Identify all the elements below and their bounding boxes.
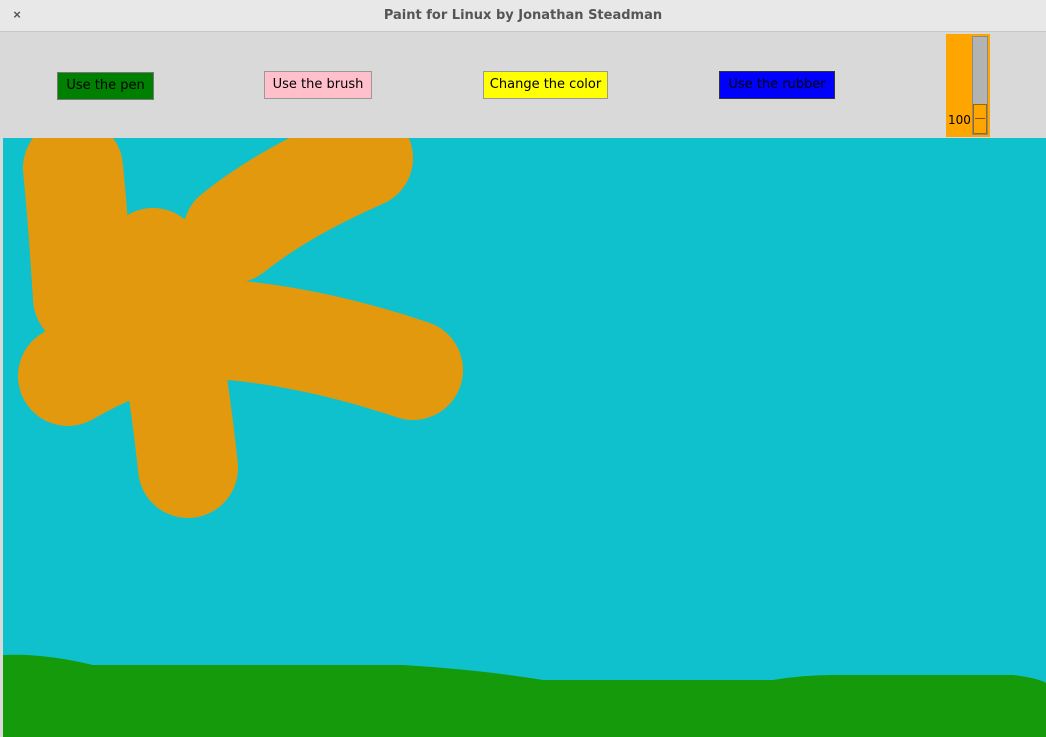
change-color-button[interactable]: Change the color <box>483 71 608 99</box>
toolbar: Use the pen Use the brush Change the col… <box>0 33 1046 138</box>
close-icon[interactable]: × <box>8 6 26 24</box>
drawing-canvas[interactable] <box>3 138 1046 737</box>
grass-area <box>3 654 1046 737</box>
use-pen-button[interactable]: Use the pen <box>57 72 154 100</box>
use-brush-button[interactable]: Use the brush <box>264 71 372 99</box>
brush-size-value: 100 <box>948 113 971 127</box>
brush-stroke <box>43 218 243 368</box>
brush-size-scale: 100 <box>946 34 990 137</box>
window-title: Paint for Linux by Jonathan Steadman <box>383 8 663 23</box>
use-rubber-button[interactable]: Use the rubber <box>719 71 835 99</box>
brush-stroke <box>183 138 413 283</box>
canvas-drawing <box>3 138 1046 737</box>
brush-size-slider-handle[interactable] <box>973 104 987 134</box>
title-bar: Paint for Linux by Jonathan Steadman × <box>0 0 1046 32</box>
